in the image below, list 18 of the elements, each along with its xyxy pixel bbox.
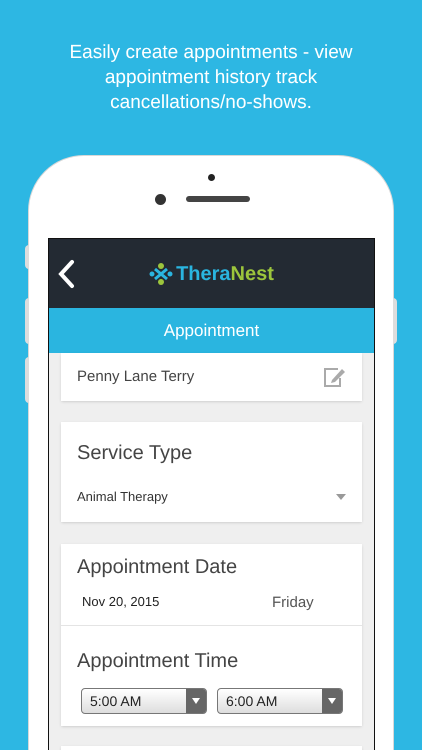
- weekday-text: Friday: [272, 593, 314, 613]
- caret-icon: [328, 698, 336, 704]
- logo-icon: [149, 262, 174, 286]
- section-label: Service Type: [77, 441, 194, 466]
- end-time-select[interactable]: 6:00 AM: [217, 688, 343, 714]
- section-label: Appointment Time: [77, 649, 240, 674]
- caret-icon: [192, 698, 200, 704]
- screen-title: Appointment: [49, 308, 374, 353]
- brand-logo: TheraNest: [176, 262, 274, 286]
- speaker-slot: [186, 196, 250, 202]
- date-value[interactable]: Nov 20, 2015: [82, 592, 272, 611]
- caption: Easily create appointments - view appointment history track cancellations/no-shows.: [68, 41, 354, 115]
- caret-icon: [336, 494, 346, 500]
- start-time-select[interactable]: 5:00 AM: [81, 688, 207, 714]
- client-name: Penny Lane Terry: [77, 366, 194, 387]
- section-label: Appointment Date: [77, 555, 238, 580]
- back-icon[interactable]: [57, 258, 75, 288]
- service-dropdown[interactable]: Animal Therapy: [77, 487, 346, 506]
